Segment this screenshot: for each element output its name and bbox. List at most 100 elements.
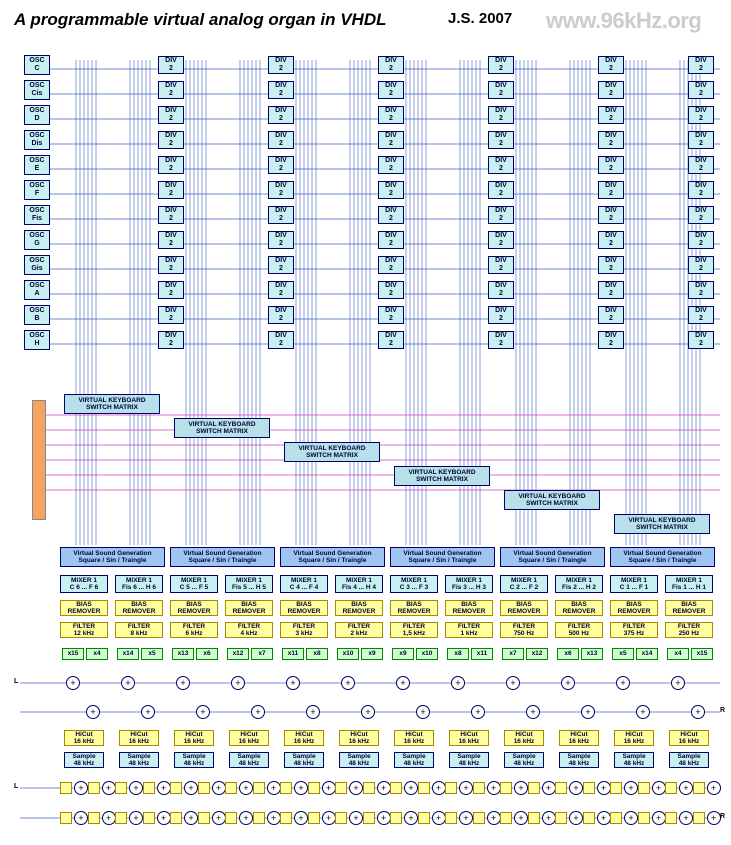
chain-sq-l-16 xyxy=(500,782,512,794)
mult-1-b: x5 xyxy=(141,648,163,660)
mult-9-a: x6 xyxy=(557,648,579,660)
filter-9: FILTER500 Hz xyxy=(555,622,603,638)
mult-8-a: x7 xyxy=(502,648,524,660)
osc-9: OSCA xyxy=(24,280,50,300)
mult-7-b: x11 xyxy=(471,648,493,660)
watermark: www.96kHz.org xyxy=(546,8,701,34)
div-2-5: DIV2 xyxy=(378,181,404,199)
chain-sum-r-12: + xyxy=(404,811,418,825)
chain-sum-l-7: + xyxy=(267,781,281,795)
sum-r-3-b: + xyxy=(471,705,485,719)
div-3-11: DIV2 xyxy=(488,331,514,349)
chain-sum-l-4: + xyxy=(184,781,198,795)
sum-l-5-a: + xyxy=(616,676,630,690)
chain-sum-r-5: + xyxy=(212,811,226,825)
mult-11-a: x4 xyxy=(667,648,689,660)
mixer-4-b: MIXER 1Fis 2 ... H 2 xyxy=(555,575,603,593)
chain-sum-l-19: + xyxy=(597,781,611,795)
chain-sum-l-2: + xyxy=(129,781,143,795)
filter-2: FILTER6 kHz xyxy=(170,622,218,638)
osc-1: OSCCis xyxy=(24,80,50,100)
chain-sq-r-4 xyxy=(170,812,182,824)
div-0-4: DIV2 xyxy=(158,156,184,174)
mult-11-b: x15 xyxy=(691,648,713,660)
osc-5: OSCF xyxy=(24,180,50,200)
mult-2-a: x13 xyxy=(172,648,194,660)
mult-7-a: x8 xyxy=(447,648,469,660)
left-label-1: L xyxy=(14,678,18,685)
chain-sum-r-8: + xyxy=(294,811,308,825)
sum-r-0-b: + xyxy=(141,705,155,719)
mult-0-b: x4 xyxy=(86,648,108,660)
div-3-8: DIV2 xyxy=(488,256,514,274)
chain-sum-l-5: + xyxy=(212,781,226,795)
mixer-1-a: MIXER 1C 5 ... F 5 xyxy=(170,575,218,593)
chain-sq-l-14 xyxy=(445,782,457,794)
chain-sum-r-14: + xyxy=(459,811,473,825)
chain-sq-r-9 xyxy=(308,812,320,824)
mult-8-b: x12 xyxy=(526,648,548,660)
filter-5: FILTER2 kHz xyxy=(335,622,383,638)
chain-sum-r-3: + xyxy=(157,811,171,825)
sum-l-3-b: + xyxy=(451,676,465,690)
hicut-3-b: HiCut16 kHz xyxy=(449,730,489,746)
div-5-2: DIV2 xyxy=(688,106,714,124)
filter-1: FILTER8 kHz xyxy=(115,622,163,638)
chain-sq-r-22 xyxy=(665,812,677,824)
chain-sum-l-20: + xyxy=(624,781,638,795)
div-4-0: DIV2 xyxy=(598,56,624,74)
osc-7: OSCG xyxy=(24,230,50,250)
chain-sq-r-20 xyxy=(610,812,622,824)
div-1-2: DIV2 xyxy=(268,106,294,124)
div-2-6: DIV2 xyxy=(378,206,404,224)
mixer-5-a: MIXER 1C 1 ... F 1 xyxy=(610,575,658,593)
chain-sq-l-0 xyxy=(60,782,72,794)
sample-0-a: Sample48 kHz xyxy=(64,752,104,768)
chain-sq-l-18 xyxy=(555,782,567,794)
left-label-2: L xyxy=(14,783,18,790)
hicut-4-a: HiCut16 kHz xyxy=(504,730,544,746)
div-4-3: DIV2 xyxy=(598,131,624,149)
chain-sq-r-7 xyxy=(253,812,265,824)
mult-5-a: x10 xyxy=(337,648,359,660)
chain-sum-r-16: + xyxy=(514,811,528,825)
sum-l-4-b: + xyxy=(561,676,575,690)
chain-sq-l-6 xyxy=(225,782,237,794)
div-0-1: DIV2 xyxy=(158,81,184,99)
chain-sq-r-14 xyxy=(445,812,457,824)
chain-sum-l-21: + xyxy=(652,781,666,795)
div-4-6: DIV2 xyxy=(598,206,624,224)
div-3-0: DIV2 xyxy=(488,56,514,74)
vkm-5: VIRTUAL KEYBOARDSWITCH MATRIX xyxy=(614,514,710,534)
div-2-8: DIV2 xyxy=(378,256,404,274)
osc-11: OSCH xyxy=(24,330,50,350)
chain-sq-r-11 xyxy=(363,812,375,824)
div-5-9: DIV2 xyxy=(688,281,714,299)
div-3-2: DIV2 xyxy=(488,106,514,124)
hicut-4-b: HiCut16 kHz xyxy=(559,730,599,746)
div-4-7: DIV2 xyxy=(598,231,624,249)
div-5-3: DIV2 xyxy=(688,131,714,149)
bias-0-a: BIASREMOVER xyxy=(60,600,108,616)
vkm-4: VIRTUAL KEYBOARDSWITCH MATRIX xyxy=(504,490,600,510)
div-4-10: DIV2 xyxy=(598,306,624,324)
chain-sq-r-1 xyxy=(88,812,100,824)
mult-9-b: x13 xyxy=(581,648,603,660)
chain-sum-r-1: + xyxy=(102,811,116,825)
sum-r-5-a: + xyxy=(636,705,650,719)
bias-5-b: BIASREMOVER xyxy=(665,600,713,616)
sample-5-a: Sample48 kHz xyxy=(614,752,654,768)
chain-sum-l-6: + xyxy=(239,781,253,795)
sum-r-0-a: + xyxy=(86,705,100,719)
mixer-0-b: MIXER 1Fis 6 ... H 6 xyxy=(115,575,163,593)
hicut-0-b: HiCut16 kHz xyxy=(119,730,159,746)
mult-0-a: x15 xyxy=(62,648,84,660)
chain-sum-l-22: + xyxy=(679,781,693,795)
mult-3-b: x7 xyxy=(251,648,273,660)
sum-r-1-b: + xyxy=(251,705,265,719)
mult-10-b: x14 xyxy=(636,648,658,660)
div-3-9: DIV2 xyxy=(488,281,514,299)
mixer-4-a: MIXER 1C 2 ... F 2 xyxy=(500,575,548,593)
chain-sq-l-12 xyxy=(390,782,402,794)
div-5-10: DIV2 xyxy=(688,306,714,324)
